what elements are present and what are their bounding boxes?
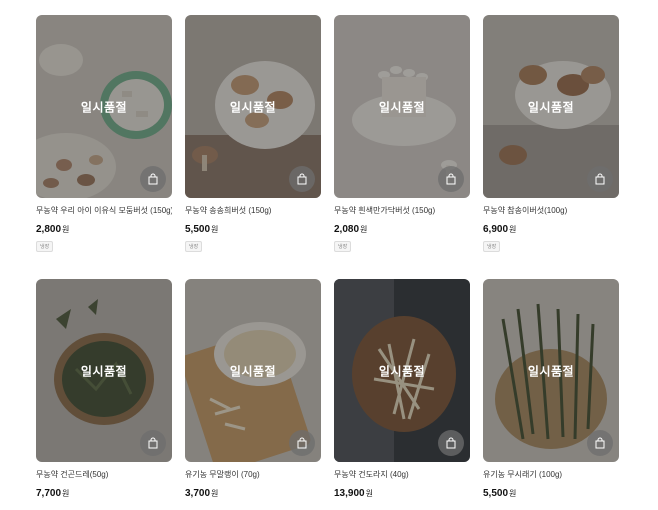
product-image[interactable]: 일시품절 [185,15,321,198]
product-card[interactable]: 일시품절 유기농 무시래기 (100g) 5,500원 [483,279,619,499]
shopping-bag-icon [446,173,456,185]
product-name[interactable]: 유기농 무말랭이 (70g) [185,469,321,480]
sold-out-label: 일시품절 [527,100,575,114]
shopping-bag-icon [595,437,605,449]
product-name[interactable]: 무농약 송송희버섯 (150g) [185,205,321,216]
shopping-bag-icon [595,173,605,185]
product-card[interactable]: 일시품절 무농약 건곤드레(50g) 7,700원 [36,279,172,499]
product-price: 3,700원 [185,488,219,499]
sold-out-label: 일시품절 [378,364,426,378]
storage-badge: 냉장 [36,241,54,252]
product-image[interactable]: 일시품절 [483,279,619,462]
storage-badge: 냉장 [185,241,203,252]
product-price: 7,700원 [36,488,70,499]
product-card[interactable]: 일시품절 무농약 참송이버섯(100g) 6,900원 냉장 [483,15,619,253]
shopping-bag-icon [148,437,158,449]
product-card[interactable]: 일시품절 무농약 우리 아이 이유식 모둠버섯 (150g) 2,800원 냉장 [36,15,172,253]
product-price: 2,800원 [36,224,70,235]
product-card[interactable]: 일시품절 무농약 건도라지 (40g) 13,900원 [334,279,470,499]
product-grid: 일시품절 무농약 우리 아이 이유식 모둠버섯 (150g) 2,800원 냉장… [0,0,658,510]
cart-button[interactable] [438,166,464,192]
product-name[interactable]: 무농약 건곤드레(50g) [36,469,172,480]
product-price: 5,500원 [483,488,517,499]
cart-button[interactable] [289,430,315,456]
product-image[interactable]: 일시품절 [36,15,172,198]
sold-out-label: 일시품절 [229,364,277,378]
sold-out-label: 일시품절 [229,100,277,114]
product-price: 5,500원 [185,224,219,235]
product-price: 13,900원 [334,488,373,499]
shopping-bag-icon [446,437,456,449]
product-image[interactable]: 일시품절 [334,279,470,462]
sold-out-label: 일시품절 [378,100,426,114]
product-name[interactable]: 무농약 참송이버섯(100g) [483,205,619,216]
product-image[interactable]: 일시품절 [185,279,321,462]
product-name[interactable]: 유기농 무시래기 (100g) [483,469,619,480]
product-price: 6,900원 [483,224,517,235]
product-card[interactable]: 일시품절 무농약 흰색만가닥버섯 (150g) 2,080원 냉장 [334,15,470,253]
sold-out-label: 일시품절 [527,364,575,378]
product-image[interactable]: 일시품절 [36,279,172,462]
product-price: 2,080원 [334,224,368,235]
shopping-bag-icon [148,173,158,185]
product-image[interactable]: 일시품절 [483,15,619,198]
product-name[interactable]: 무농약 흰색만가닥버섯 (150g) [334,205,470,216]
cart-button[interactable] [140,430,166,456]
storage-badge: 냉장 [334,241,352,252]
sold-out-label: 일시품절 [80,100,128,114]
sold-out-label: 일시품절 [80,364,128,378]
cart-button[interactable] [587,166,613,192]
product-name[interactable]: 무농약 건도라지 (40g) [334,469,470,480]
product-image[interactable]: 일시품절 [334,15,470,198]
shopping-bag-icon [297,437,307,449]
product-name[interactable]: 무농약 우리 아이 이유식 모둠버섯 (150g) [36,205,172,216]
cart-button[interactable] [587,430,613,456]
product-card[interactable]: 일시품절 유기농 무말랭이 (70g) 3,700원 [185,279,321,499]
cart-button[interactable] [140,166,166,192]
cart-button[interactable] [438,430,464,456]
cart-button[interactable] [289,166,315,192]
product-card[interactable]: 일시품절 무농약 송송희버섯 (150g) 5,500원 냉장 [185,15,321,253]
shopping-bag-icon [297,173,307,185]
storage-badge: 냉장 [483,241,501,252]
